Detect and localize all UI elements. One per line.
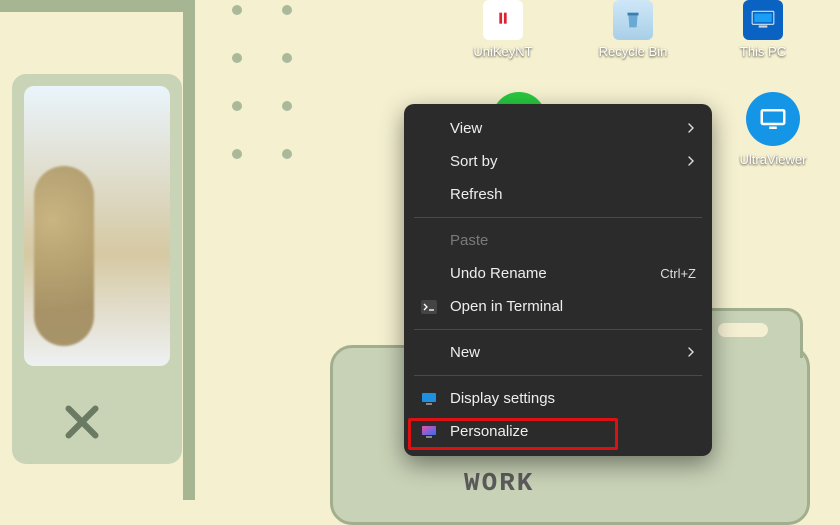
desktop-icon-label: This PC	[740, 44, 786, 59]
context-menu-paste: Paste	[404, 224, 712, 257]
work-label: WORK	[464, 468, 534, 498]
menu-label: Open in Terminal	[450, 298, 696, 315]
context-menu-sortby[interactable]: Sort by	[404, 145, 712, 178]
ultraviewer-icon	[746, 92, 800, 146]
menu-label: New	[450, 344, 674, 361]
thispc-icon	[743, 0, 783, 40]
menu-label: Sort by	[450, 153, 674, 170]
menu-shortcut: Ctrl+Z	[660, 266, 696, 281]
menu-label: Undo Rename	[450, 265, 648, 282]
context-menu-display-settings[interactable]: Display settings	[404, 382, 712, 415]
terminal-icon	[420, 300, 438, 314]
photo-image	[24, 86, 170, 366]
context-menu-personalize[interactable]: Personalize	[404, 415, 712, 448]
context-menu-new[interactable]: New	[404, 336, 712, 369]
recyclebin-icon	[613, 0, 653, 40]
decorative-dots	[232, 5, 292, 159]
desktop-icon-recyclebin[interactable]: Recycle Bin	[590, 0, 676, 59]
menu-label: Refresh	[450, 186, 696, 203]
chevron-right-icon	[686, 154, 696, 169]
desktop-icon-thispc[interactable]: This PC	[720, 0, 806, 59]
chevron-right-icon	[686, 121, 696, 136]
context-menu: View Sort by Refresh Paste Undo Rename C…	[404, 104, 712, 456]
desktop-icon-label: Recycle Bin	[599, 44, 668, 59]
context-menu-view[interactable]: View	[404, 112, 712, 145]
desktop-icon-label: UniKeyNT	[473, 44, 532, 59]
chevron-right-icon	[686, 345, 696, 360]
desktop-icons-row: UniKeyNT Recycle Bin This PC	[460, 0, 806, 59]
photo-frame	[12, 74, 182, 464]
context-menu-open-terminal[interactable]: Open in Terminal	[404, 290, 712, 323]
menu-separator	[414, 217, 702, 218]
context-menu-undo-rename[interactable]: Undo Rename Ctrl+Z	[404, 257, 712, 290]
desktop-icon-unikey[interactable]: UniKeyNT	[460, 0, 546, 59]
display-icon	[420, 392, 438, 406]
menu-label: Paste	[450, 232, 696, 249]
menu-separator	[414, 329, 702, 330]
unikey-icon	[483, 0, 523, 40]
desktop-wallpaper: WORK UniKeyNT Recycle Bin This PC Ultr	[0, 0, 840, 500]
close-icon	[42, 390, 122, 454]
menu-label: Personalize	[450, 423, 696, 440]
personalize-icon	[420, 425, 438, 439]
photo-widget	[0, 0, 195, 500]
menu-separator	[414, 375, 702, 376]
context-menu-refresh[interactable]: Refresh	[404, 178, 712, 211]
desktop-icon-label: UltraViewer	[740, 152, 807, 167]
menu-label: Display settings	[450, 390, 696, 407]
menu-label: View	[450, 120, 674, 137]
desktop-icon-ultraviewer[interactable]: UltraViewer	[730, 92, 816, 167]
